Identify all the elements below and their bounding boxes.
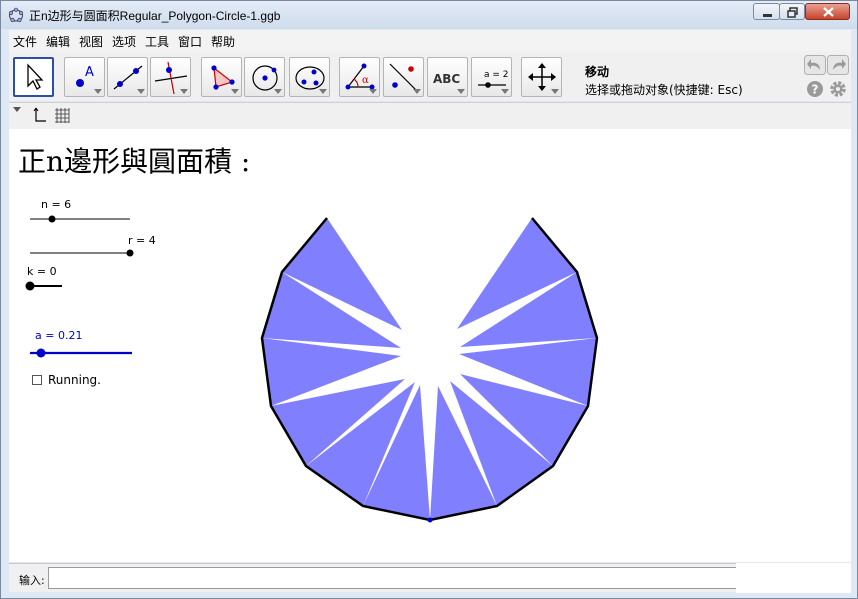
gear-icon[interactable] xyxy=(829,80,847,98)
tool-angle[interactable]: α xyxy=(339,57,380,97)
style-bar xyxy=(9,102,851,130)
close-button[interactable] xyxy=(805,3,850,20)
minimize-button[interactable] xyxy=(753,3,780,20)
polygon-vertex-point xyxy=(427,517,433,523)
tool-text[interactable]: ABC xyxy=(427,57,468,97)
menu-options[interactable]: 选项 xyxy=(112,33,136,50)
tool-circle[interactable] xyxy=(244,57,285,97)
triangle-down-icon[interactable] xyxy=(12,106,22,114)
slider-k[interactable] xyxy=(25,281,63,291)
construction-canvas xyxy=(25,215,599,523)
menu-window[interactable]: 窗口 xyxy=(178,33,202,50)
title-bar: 正n边形与圆面积Regular_Polygon-Circle-1.ggb xyxy=(1,1,857,29)
svg-text:?: ? xyxy=(812,83,819,97)
close-icon xyxy=(823,7,834,17)
input-bar-right-area xyxy=(736,563,851,593)
slider-a[interactable] xyxy=(30,348,132,358)
polygon-sectors xyxy=(262,218,597,520)
toolbar: A α ABC a = 2 移动 选择或拖动对象(快捷键: Esc) ? xyxy=(9,51,851,101)
window-title: 正n边形与圆面积Regular_Polygon-Circle-1.ggb xyxy=(29,9,281,23)
graphics-view[interactable]: 正n邊形與圓面積 : n = 6 r = 4 k = 0 a = 0.21 Ru… xyxy=(9,129,851,562)
redo-icon[interactable] xyxy=(827,55,849,75)
arrow-cursor-icon xyxy=(27,63,44,90)
geogebra-icon xyxy=(8,7,24,23)
svg-text:a = 2: a = 2 xyxy=(484,70,509,80)
svg-text:α: α xyxy=(362,75,369,86)
svg-text:ABC: ABC xyxy=(433,72,460,86)
tool-perpendicular[interactable] xyxy=(150,57,191,97)
tool-point[interactable]: A xyxy=(64,57,105,97)
slider-k-handle xyxy=(25,281,35,291)
menu-tools[interactable]: 工具 xyxy=(145,33,169,50)
axes-toggle-icon[interactable] xyxy=(31,107,47,123)
menu-edit[interactable]: 编辑 xyxy=(46,33,70,50)
current-tool-help: 选择或拖动对象(快捷键: Esc) xyxy=(585,83,743,97)
current-tool-name: 移动 xyxy=(585,65,610,79)
undo-icon[interactable] xyxy=(804,55,826,75)
tool-reflect[interactable] xyxy=(383,57,424,97)
tool-conic[interactable] xyxy=(289,57,330,97)
menu-help[interactable]: 帮助 xyxy=(211,33,235,50)
restore-icon xyxy=(787,7,798,18)
grid-toggle-icon[interactable] xyxy=(54,107,70,123)
slider-a-handle xyxy=(36,348,46,358)
menu-file[interactable]: 文件 xyxy=(13,33,37,50)
slider-n[interactable] xyxy=(30,215,130,223)
slider-n-handle xyxy=(48,215,56,223)
command-input[interactable] xyxy=(48,567,737,589)
application-window: 正n边形与圆面积Regular_Polygon-Circle-1.ggb 文件 … xyxy=(0,0,858,599)
minimize-icon xyxy=(763,14,772,17)
tool-polygon[interactable] xyxy=(201,57,242,97)
help-icon[interactable]: ? xyxy=(806,80,824,98)
menu-bar: 文件 编辑 视图 选项 工具 窗口 帮助 xyxy=(9,30,851,52)
input-bar: 输入: xyxy=(9,563,851,592)
slider-r-handle xyxy=(126,249,134,257)
maximize-button[interactable] xyxy=(779,3,805,20)
tool-slider[interactable]: a = 2 xyxy=(471,57,512,97)
tool-move-graphics[interactable] xyxy=(521,57,562,97)
input-label: 输入: xyxy=(19,574,45,587)
tool-move[interactable] xyxy=(13,57,54,97)
slider-r[interactable] xyxy=(30,249,134,257)
svg-text:A: A xyxy=(85,65,94,80)
menu-view[interactable]: 视图 xyxy=(79,33,103,50)
tool-line[interactable] xyxy=(107,57,148,97)
